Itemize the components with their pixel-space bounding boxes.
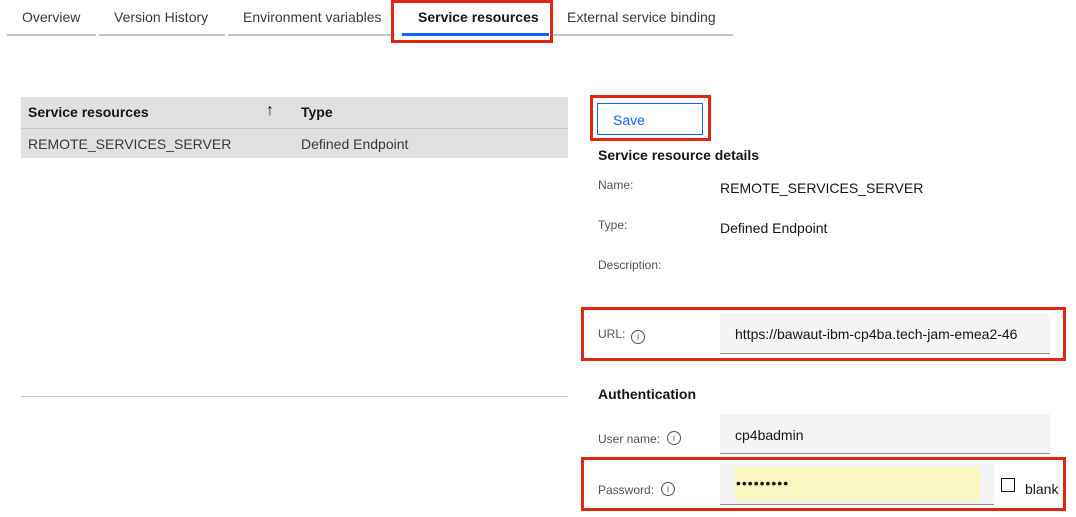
- tab-external-service-binding[interactable]: External service binding: [552, 0, 733, 36]
- password-label: Password:: [598, 483, 655, 497]
- tab-environment-variables[interactable]: Environment variables: [228, 0, 395, 36]
- row-type: Defined Endpoint: [301, 136, 409, 152]
- table-header: Service resources ↑ Type: [21, 97, 568, 128]
- tab-underline: [552, 34, 733, 36]
- save-button[interactable]: Save: [597, 103, 703, 135]
- name-label: Name:: [598, 178, 634, 192]
- description-label: Description:: [598, 258, 662, 272]
- tab-label: Service resources: [418, 9, 539, 25]
- table-divider: [21, 396, 568, 397]
- tab-service-resources[interactable]: Service resources: [402, 0, 549, 36]
- url-label: URL:: [598, 327, 626, 341]
- tab-underline: [228, 34, 395, 36]
- info-icon[interactable]: i: [667, 431, 681, 445]
- username-input[interactable]: cp4badmin: [720, 414, 1050, 454]
- username-label: User name:: [598, 432, 661, 446]
- info-icon[interactable]: i: [631, 330, 645, 344]
- type-label: Type:: [598, 218, 628, 232]
- column-header-service-resources[interactable]: Service resources: [28, 104, 149, 120]
- tab-label: External service binding: [567, 9, 716, 25]
- tab-label: Overview: [22, 9, 81, 25]
- details-title: Service resource details: [598, 147, 760, 163]
- authentication-title: Authentication: [598, 386, 696, 402]
- name-value: REMOTE_SERVICES_SERVER: [720, 180, 924, 196]
- column-header-type[interactable]: Type: [301, 104, 333, 120]
- url-input[interactable]: https://bawaut-ibm-cp4ba.tech-jam-emea2-…: [720, 314, 1050, 354]
- tab-underline: [99, 34, 225, 36]
- info-icon[interactable]: i: [661, 482, 675, 496]
- tab-overview[interactable]: Overview: [7, 0, 96, 36]
- tab-underline-active: [402, 33, 549, 36]
- blank-checkbox[interactable]: [1001, 478, 1015, 492]
- username-value: cp4badmin: [735, 427, 804, 443]
- tab-label: Version History: [114, 9, 209, 25]
- tab-underline: [7, 34, 96, 36]
- password-input[interactable]: •••••••••: [720, 464, 994, 505]
- tab-version-history[interactable]: Version History: [99, 0, 225, 36]
- table-row[interactable]: REMOTE_SERVICES_SERVER Defined Endpoint: [21, 128, 568, 158]
- arrow-up-icon[interactable]: ↑: [266, 102, 274, 120]
- url-value: https://bawaut-ibm-cp4ba.tech-jam-emea2-…: [735, 326, 1018, 342]
- type-value: Defined Endpoint: [720, 220, 828, 236]
- tab-label: Environment variables: [243, 9, 382, 25]
- blank-label: blank: [1025, 481, 1059, 497]
- row-name: REMOTE_SERVICES_SERVER: [28, 136, 232, 152]
- password-value: •••••••••: [736, 475, 790, 491]
